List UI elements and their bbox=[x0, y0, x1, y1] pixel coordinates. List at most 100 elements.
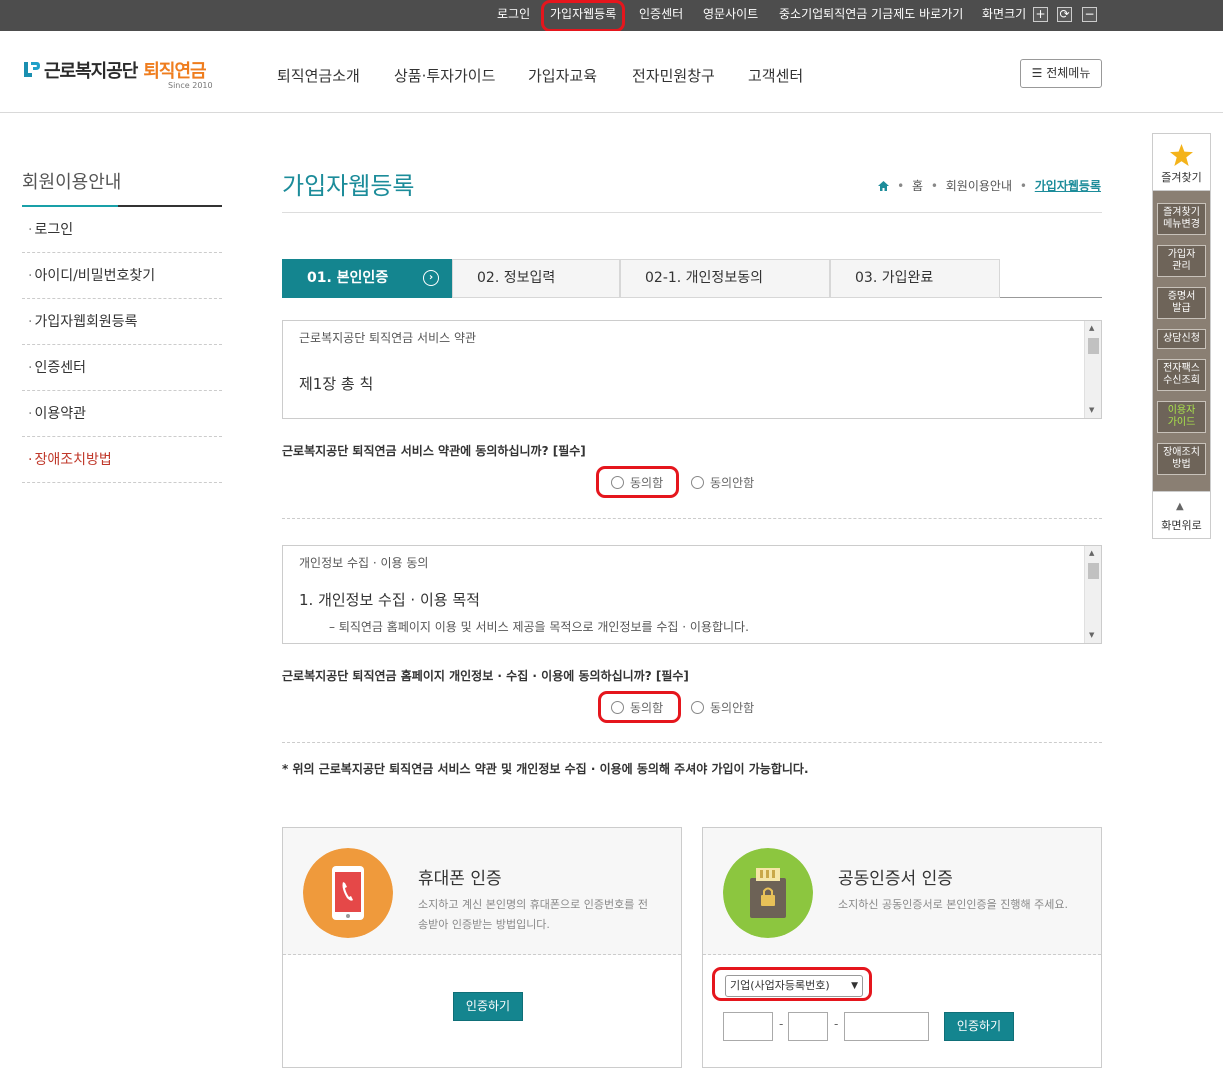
logo-accent-text: 퇴직연금 bbox=[143, 61, 206, 82]
privacy-scrollbar[interactable]: ▲ ▼ bbox=[1084, 546, 1101, 643]
service-terms-disagree[interactable]: 동의안함 bbox=[691, 474, 754, 494]
biz-number-part2[interactable] bbox=[788, 1012, 828, 1041]
quick-label: 전자팩스 수신조회 bbox=[1163, 363, 1200, 386]
cert-auth-title: 공동인증서 인증 bbox=[838, 869, 953, 889]
service-terms-agree[interactable]: 동의함 bbox=[611, 474, 663, 494]
select-value: 기업(사업자등록번호) bbox=[730, 979, 830, 992]
favorites-label: 즐겨찾기 bbox=[1161, 171, 1202, 184]
bullet-icon: · bbox=[28, 314, 33, 330]
sidebar-item-login[interactable]: · 로그인 bbox=[22, 207, 222, 253]
logo[interactable]: 근로복지공단 퇴직연금 bbox=[44, 57, 207, 83]
scroll-down-icon[interactable]: ▼ bbox=[1089, 632, 1094, 639]
terms-scrollbar[interactable]: ▲ ▼ bbox=[1084, 321, 1101, 418]
privacy-question: 근로복지공단 퇴직연금 홈페이지 개인정보 · 수집 · 이용에 동의하십니까?… bbox=[282, 669, 689, 683]
quick-label: 장애조치 방법 bbox=[1163, 447, 1200, 470]
step-complete: 03. 가입완료 bbox=[830, 259, 1000, 298]
quick-member-manage[interactable]: 가입자 관리 bbox=[1157, 245, 1206, 277]
zoom-out-button[interactable]: − bbox=[1082, 7, 1097, 22]
sidebar-item-terms[interactable]: · 이용약관 bbox=[22, 391, 222, 437]
sidebar-item-cert-center[interactable]: · 인증센터 bbox=[22, 345, 222, 391]
scroll-top-button[interactable]: ▲ 화면위로 bbox=[1153, 491, 1210, 538]
privacy-heading: 개인정보 수집 · 이용 동의 bbox=[299, 556, 429, 570]
quick-label: 상담신청 bbox=[1163, 333, 1200, 344]
step-info-input: 02. 정보입력 bbox=[452, 259, 620, 298]
login-link[interactable]: 로그인 bbox=[497, 0, 530, 31]
privacy-agree[interactable]: 동의함 bbox=[611, 699, 663, 719]
sidebar-item-label: 이용약관 bbox=[34, 406, 86, 422]
breadcrumb-separator-icon: • bbox=[1019, 179, 1027, 193]
nav-retirement-intro[interactable]: 퇴직연금소개 bbox=[277, 65, 360, 86]
privacy-chapter: 1. 개인정보 수집 · 이용 목적 bbox=[299, 591, 480, 609]
bullet-icon: · bbox=[28, 452, 33, 468]
scroll-up-icon[interactable]: ▲ bbox=[1089, 550, 1094, 557]
cert-center-link[interactable]: 인증센터 bbox=[639, 0, 683, 31]
sidebar-title: 회원이용안내 bbox=[22, 172, 122, 193]
nav-customer-center[interactable]: 고객센터 bbox=[748, 65, 803, 86]
quick-menu: 즐겨찾기 즐겨찾기 메뉴변경 가입자 관리 증명서 발급 상담신청 전자팩스 수… bbox=[1152, 133, 1211, 539]
scroll-thumb[interactable] bbox=[1088, 563, 1099, 579]
quick-troubleshoot[interactable]: 장애조치 방법 bbox=[1157, 443, 1206, 475]
home-icon[interactable] bbox=[878, 181, 890, 191]
quick-label: 증명서 발급 bbox=[1167, 291, 1196, 314]
sidebar-item-troubleshoot[interactable]: · 장애조치방법 bbox=[22, 437, 222, 483]
breadcrumb-separator-icon: • bbox=[897, 179, 905, 193]
breadcrumb-section[interactable]: 회원이용안내 bbox=[946, 179, 1012, 193]
web-register-link[interactable]: 가입자웹등록 bbox=[550, 0, 616, 31]
zoom-in-button[interactable]: + bbox=[1033, 7, 1048, 22]
nav-member-education[interactable]: 가입자교육 bbox=[528, 65, 597, 86]
cert-auth-button[interactable]: 인증하기 bbox=[944, 1012, 1014, 1041]
logo-icon bbox=[24, 62, 40, 77]
quick-consult[interactable]: 상담신청 bbox=[1157, 329, 1206, 349]
bullet-icon: · bbox=[28, 222, 33, 238]
quick-favorites-edit[interactable]: 즐겨찾기 메뉴변경 bbox=[1157, 203, 1206, 235]
radio-label: 동의안함 bbox=[710, 701, 755, 715]
business-type-select[interactable]: 기업(사업자등록번호) ▼ bbox=[725, 975, 863, 997]
quick-menu-body: 즐겨찾기 메뉴변경 가입자 관리 증명서 발급 상담신청 전자팩스 수신조회 이… bbox=[1153, 191, 1210, 491]
radio-icon[interactable] bbox=[691, 476, 704, 489]
biz-number-dash: - bbox=[779, 1017, 784, 1031]
favorites-button[interactable]: 즐겨찾기 bbox=[1153, 134, 1210, 191]
quick-efax[interactable]: 전자팩스 수신조회 bbox=[1157, 359, 1206, 391]
scroll-up-icon[interactable]: ▲ bbox=[1089, 325, 1094, 332]
certificate-lock-icon bbox=[723, 848, 813, 938]
step-label: 02-1. 개인정보동의 bbox=[645, 270, 763, 286]
title-divider bbox=[282, 212, 1102, 213]
phone-auth-panel: 휴대폰 인증 소지하고 계신 본인명의 휴대폰으로 인증번호를 전송받아 인증받… bbox=[282, 827, 682, 1068]
privacy-disagree[interactable]: 동의안함 bbox=[691, 699, 754, 719]
english-site-link[interactable]: 영문사이트 bbox=[703, 0, 758, 31]
scroll-thumb[interactable] bbox=[1088, 338, 1099, 354]
phone-auth-button[interactable]: 인증하기 bbox=[453, 992, 523, 1021]
sidebar-item-label: 아이디/비밀번호찾기 bbox=[34, 268, 156, 284]
sidebar-item-label: 인증센터 bbox=[34, 360, 86, 376]
service-terms-box[interactable]: 근로복지공단 퇴직연금 서비스 약관 제1장 총 칙 ▲ ▼ bbox=[282, 320, 1102, 419]
sidebar-item-label: 로그인 bbox=[34, 222, 74, 238]
radio-icon[interactable] bbox=[691, 701, 704, 714]
radio-icon[interactable] bbox=[611, 476, 624, 489]
radio-label: 동의안함 bbox=[710, 476, 755, 490]
nav-e-civil[interactable]: 전자민원창구 bbox=[632, 65, 715, 86]
step-identity-auth: 01. 본인인증 › bbox=[282, 259, 452, 298]
quick-certificate[interactable]: 증명서 발급 bbox=[1157, 287, 1206, 319]
screen-size-label: 화면크기 bbox=[982, 7, 1027, 21]
breadcrumb-home[interactable]: 홈 bbox=[912, 179, 923, 193]
radio-label: 동의함 bbox=[630, 701, 664, 715]
sidebar-item-web-member[interactable]: · 가입자웹회원등록 bbox=[22, 299, 222, 345]
page-title: 가입자웹등록 bbox=[282, 172, 415, 200]
step-label: 03. 가입완료 bbox=[855, 270, 934, 286]
nav-product-guide[interactable]: 상품·투자가이드 bbox=[394, 65, 495, 86]
all-menu-button[interactable]: ☰ 전체메뉴 bbox=[1020, 59, 1102, 88]
scroll-down-icon[interactable]: ▼ bbox=[1089, 407, 1094, 414]
privacy-terms-box[interactable]: 개인정보 수집 · 이용 동의 1. 개인정보 수집 · 이용 목적 – 퇴직연… bbox=[282, 545, 1102, 644]
bullet-icon: · bbox=[28, 360, 33, 376]
bullet-icon: · bbox=[28, 406, 33, 422]
sme-fund-link[interactable]: 중소기업퇴직연금 기금제도 바로가기 bbox=[779, 0, 963, 31]
radio-icon[interactable] bbox=[611, 701, 624, 714]
phone-auth-header: 휴대폰 인증 소지하고 계신 본인명의 휴대폰으로 인증번호를 전송받아 인증받… bbox=[283, 828, 681, 955]
sidebar-item-find-id[interactable]: · 아이디/비밀번호찾기 bbox=[22, 253, 222, 299]
breadcrumb-current: 가입자웹등록 bbox=[1034, 179, 1101, 193]
quick-user-guide[interactable]: 이용자 가이드 bbox=[1157, 401, 1206, 433]
biz-number-part1[interactable] bbox=[723, 1012, 773, 1041]
zoom-reset-button[interactable]: ⟳ bbox=[1057, 7, 1072, 22]
biz-number-part3[interactable] bbox=[844, 1012, 929, 1041]
arrow-up-icon: ▲ bbox=[1176, 501, 1184, 512]
